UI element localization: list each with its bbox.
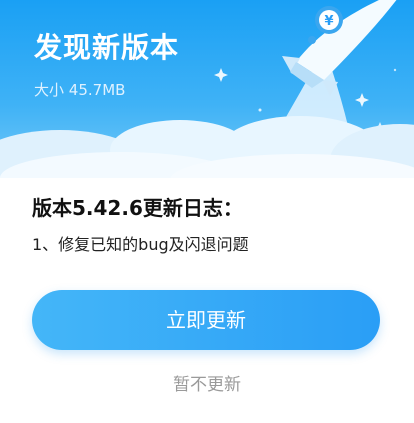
not-now-button[interactable]: 暂不更新 xyxy=(132,370,282,400)
dialog-header: ¥ 发现新版本 大小 45.7MB xyxy=(0,0,414,190)
changelog-item: 1、修复已知的bug及闪退问题 xyxy=(32,235,249,254)
svg-text:¥: ¥ xyxy=(324,14,333,29)
package-size: 大小 45.7MB xyxy=(34,80,125,100)
dialog-title: 发现新版本 xyxy=(34,31,180,64)
size-value: 45.7MB xyxy=(68,81,126,99)
cloud-icon xyxy=(0,116,414,190)
update-dialog: ¥ 发现新版本 大小 45.7MB 版本5.42.6更新日志： 1、修复已知的b… xyxy=(0,0,414,423)
changelog-title: 版本5.42.6更新日志： xyxy=(32,196,243,220)
size-label: 大小 xyxy=(34,81,65,99)
update-now-button[interactable]: 立即更新 xyxy=(32,290,380,350)
rocket-icon: ¥ xyxy=(282,0,397,96)
